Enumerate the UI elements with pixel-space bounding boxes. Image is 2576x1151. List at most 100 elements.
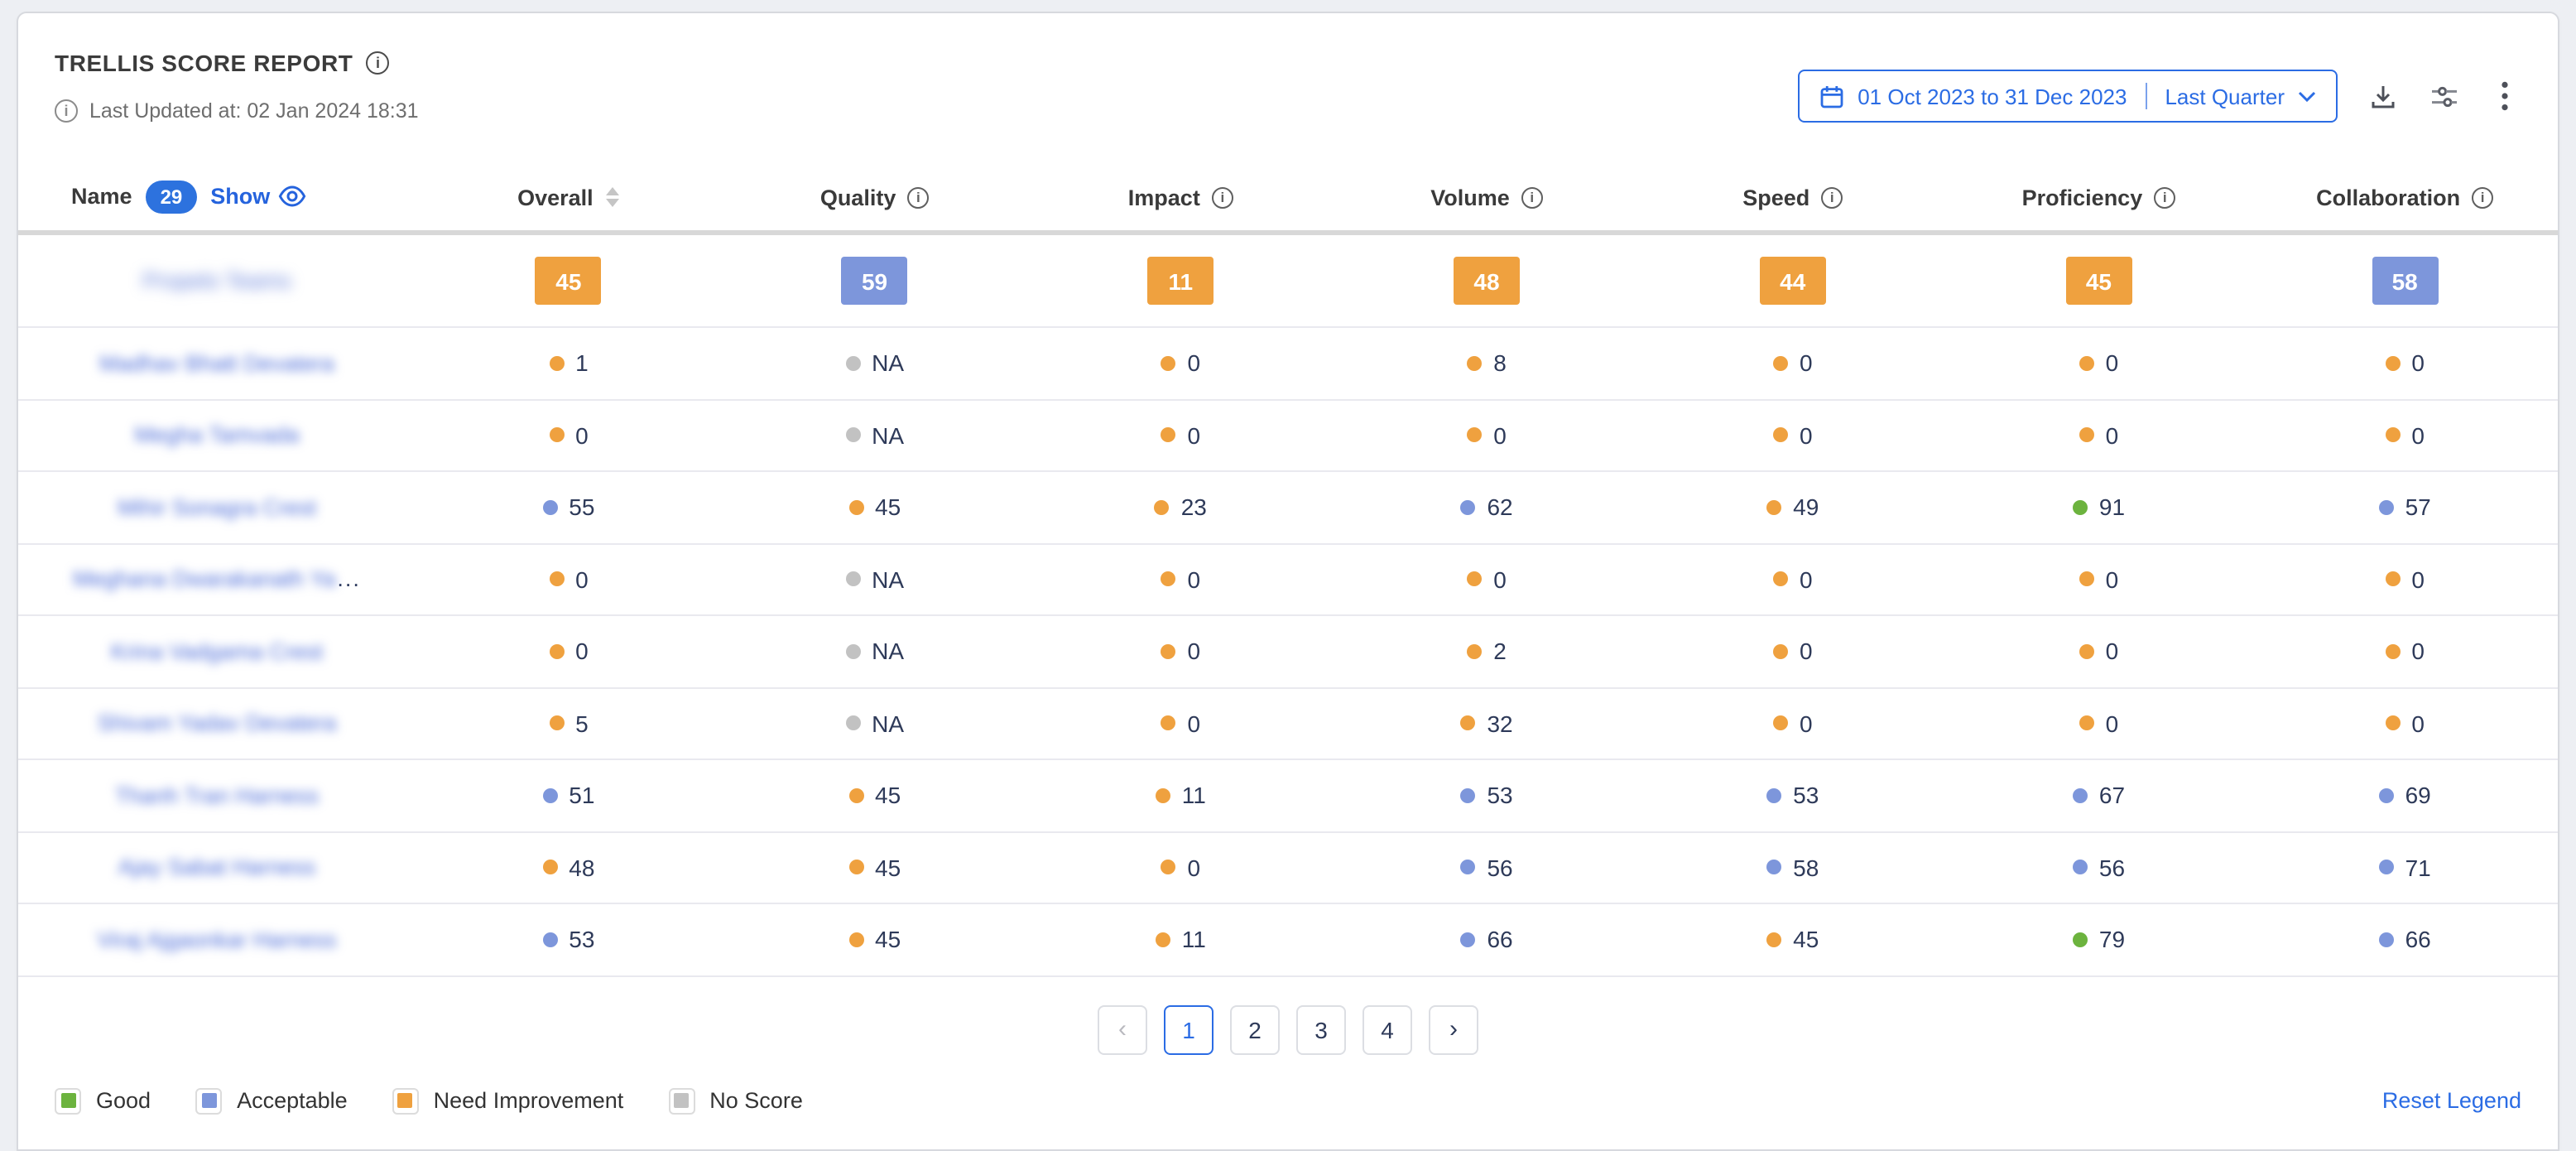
legend-label: No Score [709, 1088, 803, 1113]
column-info-icon[interactable]: i [2472, 186, 2493, 208]
legend-swatch [55, 1087, 81, 1114]
column-header-volume[interactable]: Volumei [1334, 185, 1640, 209]
table-row: Meghana Dwarakanath Ya...0NA00000 [18, 544, 2558, 616]
member-name-link[interactable]: Mihir Sonagra Crest [118, 495, 316, 520]
member-name-link[interactable]: Madhav Bhatt Devatera [99, 351, 334, 376]
card-header: TRELLIS SCORE REPORT i i Last Updated at… [18, 13, 2558, 124]
score-value: 0 [1800, 638, 1813, 665]
score-dot [542, 932, 557, 947]
score-cell: 0 [1946, 710, 2252, 737]
score-value: 0 [2411, 350, 2425, 377]
score-value: 0 [2106, 638, 2119, 665]
column-header-quality[interactable]: Qualityi [722, 185, 1028, 209]
legend-item-no_score[interactable]: No Score [668, 1087, 803, 1114]
column-info-icon[interactable]: i [1521, 186, 1543, 208]
last-updated-row: i Last Updated at: 02 Jan 2024 18:31 [55, 98, 419, 124]
team-row: Propelo Teams45591148444558 [18, 235, 2558, 328]
score-chip: 45 [2065, 257, 2131, 305]
pagination-page-2[interactable]: 2 [1230, 1004, 1280, 1054]
column-header-collaboration[interactable]: Collaborationi [2252, 185, 2558, 209]
column-info-icon[interactable]: i [2154, 186, 2175, 208]
score-dot [1766, 932, 1781, 947]
score-cell: 0 [1334, 566, 1640, 593]
column-header-impact[interactable]: Impacti [1027, 185, 1334, 209]
score-value: 45 [875, 927, 901, 953]
member-name-cell: Megha Tamvada [18, 423, 416, 448]
score-cell: 66 [1334, 927, 1640, 953]
column-header-label: Overall [517, 185, 594, 209]
score-cell: 45 [722, 783, 1028, 809]
score-dot [1766, 860, 1781, 875]
score-dot [2385, 644, 2400, 659]
page: TRELLIS SCORE REPORT i i Last Updated at… [0, 0, 2576, 1151]
score-cell: 0 [2252, 422, 2558, 449]
pagination-page-4[interactable]: 4 [1362, 1004, 1412, 1054]
member-name-link[interactable]: Ajay Sabat Harness [118, 855, 316, 880]
score-cell: 53 [1640, 783, 1946, 809]
show-toggle-link[interactable]: Show [210, 185, 306, 209]
calendar-icon [1819, 84, 1844, 108]
member-name-link[interactable]: Viraj Ajgaonkar Harness [97, 927, 336, 952]
last-updated-text: Last Updated at: 02 Jan 2024 18:31 [89, 99, 419, 123]
column-info-icon[interactable]: i [1212, 186, 1233, 208]
sort-icon[interactable] [607, 187, 620, 207]
score-value: 79 [2099, 927, 2125, 953]
column-header-speed[interactable]: Speedi [1640, 185, 1946, 209]
score-dot [1161, 716, 1176, 731]
member-name-link[interactable]: Meghana Dwarakanath Ya [73, 567, 335, 592]
score-dot [1460, 860, 1475, 875]
date-range-picker[interactable]: 01 Oct 2023 to 31 Dec 2023 Last Quarter [1798, 70, 2338, 123]
legend-item-need_improvement[interactable]: Need Improvement [392, 1087, 624, 1114]
score-cell: 0 [1946, 638, 2252, 665]
pagination-prev-button[interactable]: ‹ [1098, 1004, 1147, 1054]
team-score-cell: 11 [1027, 257, 1334, 305]
score-cell: 0 [1027, 350, 1334, 377]
score-dot [848, 788, 863, 803]
score-dot [1467, 644, 1482, 659]
score-cell: 45 [722, 855, 1028, 881]
reset-legend-link[interactable]: Reset Legend [2382, 1088, 2521, 1113]
sort-asc-icon [607, 187, 620, 195]
member-name-link[interactable]: Thanh Tran Harness [115, 783, 319, 808]
score-dot [2073, 932, 2088, 947]
pagination-page-1[interactable]: 1 [1164, 1004, 1214, 1054]
score-chip: 48 [1454, 257, 1520, 305]
column-info-icon[interactable]: i [907, 186, 929, 208]
legend-item-good[interactable]: Good [55, 1087, 151, 1114]
score-value: 57 [2405, 494, 2431, 521]
column-info-icon[interactable]: i [1821, 186, 1843, 208]
score-value: 53 [1793, 783, 1819, 809]
legend-item-acceptable[interactable]: Acceptable [195, 1087, 348, 1114]
score-dot [848, 860, 863, 875]
pagination-page-3[interactable]: 3 [1296, 1004, 1346, 1054]
score-dot [1156, 932, 1170, 947]
score-value: 0 [1800, 566, 1813, 593]
member-name-cell: Ajay Sabat Harness [18, 855, 416, 880]
kebab-menu-icon[interactable] [2488, 79, 2521, 113]
name-header-label: Name [71, 185, 132, 209]
filter-settings-icon[interactable] [2427, 79, 2460, 113]
title-info-icon[interactable]: i [366, 51, 389, 75]
score-dot [1460, 500, 1475, 515]
score-value: 71 [2405, 855, 2431, 881]
score-cell: 71 [2252, 855, 2558, 881]
download-icon[interactable] [2366, 79, 2399, 113]
column-header-overall[interactable]: Overall [416, 185, 722, 209]
table-body: Propelo Teams45591148444558Madhav Bhatt … [18, 235, 2558, 976]
score-value: 55 [569, 494, 594, 521]
team-name-link[interactable]: Propelo Teams [142, 268, 291, 293]
table-row: Shivam Yadav Devatera5NA032000 [18, 688, 2558, 760]
pagination-next-button[interactable]: › [1429, 1004, 1478, 1054]
score-cell: 11 [1027, 927, 1334, 953]
member-name-link[interactable]: Krina Vadgama Crest [111, 639, 323, 664]
member-name-link[interactable]: Shivam Yadav Devatera [98, 711, 337, 736]
score-dot [845, 428, 860, 443]
member-name-link[interactable]: Megha Tamvada [134, 423, 299, 448]
score-dot [1156, 788, 1170, 803]
date-range-text: 01 Oct 2023 to 31 Dec 2023 [1858, 84, 2127, 108]
score-cell: 91 [1946, 494, 2252, 521]
score-dot [1460, 716, 1475, 731]
score-cell: 23 [1027, 494, 1334, 521]
column-header-proficiency[interactable]: Proficiencyi [1946, 185, 2252, 209]
score-dot [1155, 500, 1170, 515]
